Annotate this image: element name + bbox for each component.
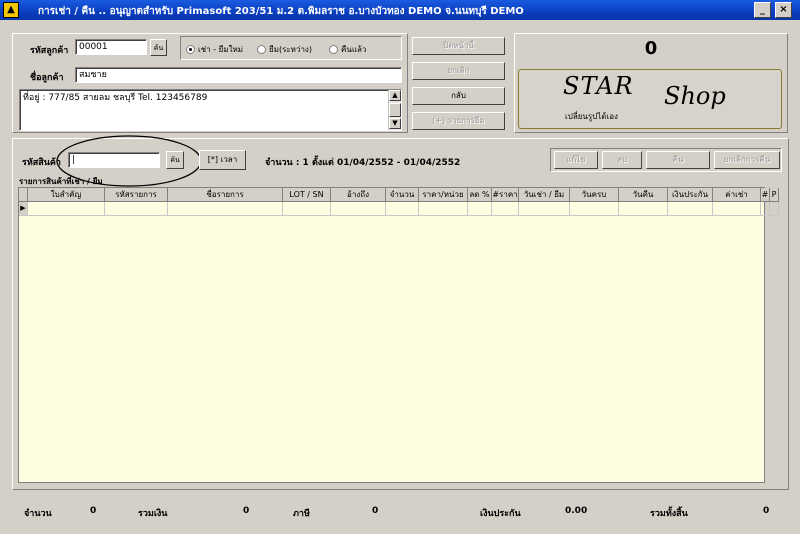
col-header-due-date[interactable]: วันครบ xyxy=(570,188,619,202)
counter-display: 0 xyxy=(644,38,658,59)
window-title: การเช่า / คืน .. อนุญาตสำหรับ Primasoft … xyxy=(38,6,524,17)
return-button[interactable]: คืน xyxy=(646,151,710,169)
radio-returned-indicator xyxy=(329,45,338,54)
table-cell[interactable] xyxy=(761,202,770,216)
close-button[interactable]: × xyxy=(775,2,792,18)
radio-borrowing-indicator xyxy=(257,45,266,54)
col-header-lot-sn[interactable]: LOT / SN xyxy=(283,188,331,202)
delete-button[interactable]: ลบ xyxy=(602,151,642,169)
table-cell[interactable] xyxy=(619,202,668,216)
scroll-down-icon[interactable]: ▼ xyxy=(389,118,401,129)
radio-new-rent-indicator xyxy=(186,45,195,54)
customer-name-input[interactable]: สมชาย xyxy=(75,67,402,83)
customer-name-label: ชื่อลูกค้า xyxy=(30,73,64,83)
title-bar: ▲ การเช่า / คืน .. อนุญาตสำหรับ Primasof… xyxy=(0,0,800,20)
col-header-voucher[interactable]: ใบสำคัญ xyxy=(28,188,105,202)
total-label: รวมเงิน xyxy=(138,509,168,519)
col-header-hash[interactable]: # xyxy=(761,188,770,202)
deposit-label: เงินประกัน xyxy=(480,509,521,519)
table-cell[interactable] xyxy=(331,202,386,216)
cancel-return-button[interactable]: ยกเลิกการคืน xyxy=(714,151,780,169)
scroll-up-icon[interactable]: ▲ xyxy=(389,90,401,101)
col-header-discount[interactable]: ลด % xyxy=(468,188,492,202)
address-textarea[interactable]: ที่อยู่ : 777/85 สายลม ชลบุรี Tel. 12345… xyxy=(19,89,402,131)
table-cell[interactable] xyxy=(492,202,519,216)
col-header-item-code[interactable]: รหัสรายการ xyxy=(105,188,168,202)
customer-code-label: รหัสลูกค้า xyxy=(30,46,69,56)
radio-returned[interactable]: คืนแล้ว xyxy=(329,43,366,56)
add-item-button[interactable]: (+) รายการยืม xyxy=(412,112,505,130)
col-header-return-date[interactable]: วันคืน xyxy=(619,188,668,202)
table-cell[interactable] xyxy=(386,202,419,216)
table-cell[interactable] xyxy=(419,202,468,216)
brand-logo: STAR Shop เปลี่ยนรูปได้เอง xyxy=(518,69,782,129)
brand-shop: Shop xyxy=(664,82,726,110)
table-cell[interactable] xyxy=(519,202,570,216)
back-button[interactable]: กลับ xyxy=(412,87,505,105)
qty-label: จำนวน xyxy=(24,509,52,519)
col-header-unit-price[interactable]: ราคา/หน่วย xyxy=(419,188,468,202)
customer-code-input[interactable]: 00001 xyxy=(75,39,147,55)
scroll-thumb[interactable] xyxy=(389,103,401,117)
deposit-value: 0.00 xyxy=(565,506,588,516)
period-summary: จำนวน : 1 ตั้งแต่ 01/04/2552 - 01/04/255… xyxy=(265,158,461,168)
total-value: 0 xyxy=(243,506,250,516)
table-cell[interactable] xyxy=(168,202,283,216)
radio-new-rent-label: เช่า - ยืมใหม่ xyxy=(198,45,244,54)
close-bill-button[interactable]: ปิดหน้านี้ xyxy=(412,37,505,55)
table-cell[interactable] xyxy=(713,202,761,216)
brand-star: STAR xyxy=(563,72,634,100)
radio-borrowing-label: ยืม(ระหว่าง) xyxy=(269,45,312,54)
tax-value: 0 xyxy=(372,506,379,516)
time-button[interactable]: [*] เวลา xyxy=(199,150,246,170)
col-header-p[interactable]: P xyxy=(770,188,779,202)
grand-total-value: 0 xyxy=(763,506,770,516)
radio-returned-label: คืนแล้ว xyxy=(341,45,367,54)
edit-button[interactable]: แก้ไข xyxy=(554,151,598,169)
table-cell[interactable] xyxy=(668,202,713,216)
qty-value: 0 xyxy=(90,506,97,516)
brand-tagline: เปลี่ยนรูปได้เอง xyxy=(565,112,618,121)
app-logo-icon: ▲ xyxy=(3,2,19,18)
table-cell[interactable] xyxy=(770,202,779,216)
minimize-button[interactable]: _ xyxy=(754,2,771,18)
col-header-rent-date[interactable]: วันเช่า / ยืม xyxy=(519,188,570,202)
row-selector-icon[interactable]: ▶ xyxy=(19,202,28,216)
col-header-item-name[interactable]: ชื่อรายการ xyxy=(168,188,283,202)
col-header-rent-fee[interactable]: ค่าเช่า xyxy=(713,188,761,202)
radio-borrowing[interactable]: ยืม(ระหว่าง) xyxy=(257,43,312,56)
grand-total-label: รวมทั้งสิ้น xyxy=(650,509,688,519)
col-header-deposit[interactable]: เงินประกัน xyxy=(668,188,713,202)
col-header-reference[interactable]: อ้างถึง xyxy=(331,188,386,202)
col-header-price[interactable]: #ราคา xyxy=(492,188,519,202)
address-text: ที่อยู่ : 777/85 สายลม ชลบุรี Tel. 12345… xyxy=(23,93,208,103)
cancel-bill-button[interactable]: ยกเลิก xyxy=(412,62,505,80)
customer-search-button[interactable]: ค้น xyxy=(150,39,167,56)
tax-label: ภาษี xyxy=(293,509,310,519)
radio-new-rent[interactable]: เช่า - ยืมใหม่ xyxy=(186,43,243,56)
table-cell[interactable] xyxy=(468,202,492,216)
col-header-qty[interactable]: จำนวน xyxy=(386,188,419,202)
table-cell[interactable] xyxy=(28,202,105,216)
items-grid[interactable]: ใบสำคัญ รหัสรายการ ชื่อรายการ LOT / SN อ… xyxy=(18,187,779,483)
table-cell[interactable] xyxy=(283,202,331,216)
grid-corner xyxy=(19,188,28,202)
table-cell[interactable] xyxy=(570,202,619,216)
address-scrollbar[interactable]: ▲ ▼ xyxy=(388,90,401,130)
table-cell[interactable] xyxy=(105,202,168,216)
